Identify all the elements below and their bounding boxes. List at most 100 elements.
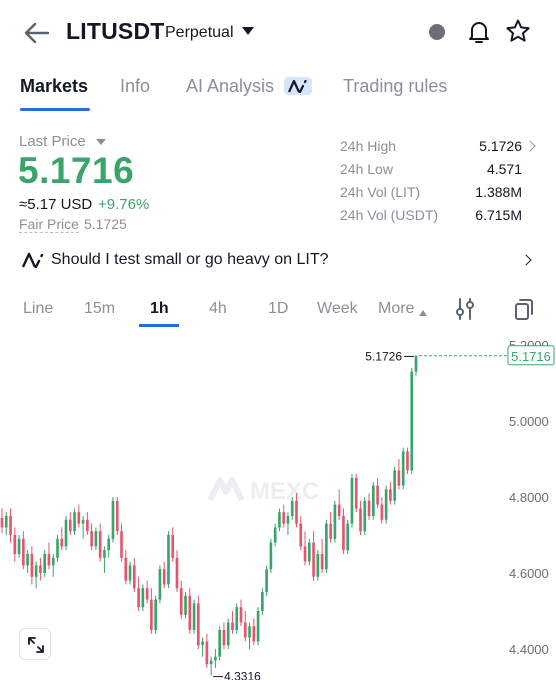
candle-body — [64, 519, 68, 547]
arrow-left-icon[interactable] — [22, 18, 52, 48]
candle-body — [94, 531, 98, 547]
more-caret-icon[interactable] — [419, 310, 427, 316]
candle-body — [201, 641, 204, 646]
fair-price-value: 5.1725 — [84, 216, 127, 232]
interval-line[interactable]: Line — [23, 300, 53, 318]
candle-body — [376, 485, 379, 505]
candle-body — [86, 519, 89, 532]
candle-body — [354, 478, 358, 509]
candle-body — [137, 588, 140, 608]
caret-down-icon[interactable] — [242, 27, 254, 35]
candle-body — [299, 523, 303, 547]
contract-type[interactable]: Perpetual — [165, 24, 234, 42]
candle-body — [389, 489, 392, 501]
stat-label: 24h Vol (LIT) — [340, 184, 421, 200]
main-tabs: Markets Info AI Analysis Trading rules — [0, 70, 556, 114]
indicator-settings-icon[interactable] — [455, 298, 475, 320]
last-price-label[interactable]: Last Price — [19, 133, 86, 150]
candle-body — [278, 512, 281, 528]
candle-body — [115, 500, 119, 532]
candle-body — [120, 531, 123, 558]
candle-body — [154, 599, 157, 630]
fair-price-label[interactable]: Fair Price — [19, 216, 79, 233]
candle-body — [197, 603, 200, 646]
candle-body — [47, 554, 51, 566]
interval-1h[interactable]: 1h — [150, 300, 169, 318]
watermark-text: MEXC — [250, 478, 319, 505]
candle-body — [51, 557, 55, 566]
candle-body — [303, 546, 307, 562]
ai-question-text: Should I test small or go heavy on LIT? — [51, 251, 329, 268]
candlestick-chart[interactable]: MEXC 5.20005.00004.80004.60004.4000 5.17… — [0, 332, 556, 680]
chevron-right-icon[interactable] — [520, 254, 532, 266]
y-tick-label: 5.0000 — [509, 414, 549, 429]
candle-body — [60, 538, 64, 547]
candle-body — [248, 626, 251, 638]
tab-info[interactable]: Info — [120, 76, 150, 97]
copy-icon[interactable] — [514, 298, 534, 320]
tab-trading-rules[interactable]: Trading rules — [343, 76, 447, 97]
candle-body — [342, 516, 345, 551]
candle-body — [273, 527, 277, 543]
stat-label: 24h Low — [340, 161, 393, 177]
caret-down-icon[interactable] — [96, 139, 106, 145]
candle-body — [269, 542, 273, 570]
candle-body — [30, 554, 34, 577]
interval-more[interactable]: More — [378, 300, 414, 318]
candle-body — [231, 622, 234, 630]
candle-body — [132, 565, 136, 589]
tab-markets[interactable]: Markets — [20, 76, 88, 97]
candle-body — [333, 504, 337, 539]
candle-body — [43, 554, 47, 573]
candle-body — [243, 622, 247, 638]
interval-bar: Line 15m 1h 4h 1D Week More — [0, 290, 556, 330]
candle-body — [350, 478, 354, 524]
active-interval-indicator — [139, 324, 179, 327]
high-marker-label: 5.1726 — [365, 349, 402, 363]
candle-body — [192, 603, 196, 630]
candle-body — [290, 500, 294, 516]
stat-value: 5.1726 — [479, 138, 522, 154]
candle-body — [77, 512, 81, 524]
chevron-right-icon[interactable] — [524, 140, 536, 152]
candle-body — [226, 622, 230, 646]
candle-body — [380, 504, 384, 520]
candle-body — [218, 630, 221, 657]
candle-body — [128, 565, 132, 581]
candle-body — [209, 660, 213, 665]
y-tick-label: 4.4000 — [509, 642, 549, 657]
candle-body — [90, 531, 93, 547]
candle-body — [329, 523, 332, 539]
watermark: MEXC — [207, 477, 319, 505]
stat-row-24h-low: 24h Low 4.571 — [340, 161, 522, 183]
symbol-title[interactable]: LITUSDT — [66, 18, 165, 45]
bell-icon[interactable] — [466, 19, 492, 45]
tab-ai-analysis[interactable]: AI Analysis — [186, 76, 274, 97]
status-dot-icon[interactable] — [429, 24, 445, 40]
candle-body — [222, 630, 226, 646]
candle-body — [397, 470, 401, 486]
candle-body — [337, 504, 341, 516]
candle-body — [158, 569, 162, 600]
candle-body — [214, 656, 217, 661]
interval-15m[interactable]: 15m — [84, 300, 115, 318]
candle-body — [13, 535, 17, 554]
candle-body — [107, 538, 111, 551]
interval-week[interactable]: Week — [317, 300, 358, 318]
candle-body — [295, 500, 298, 524]
stat-label: 24h High — [340, 138, 397, 154]
candle-body — [384, 489, 388, 520]
candle-body — [56, 538, 59, 558]
interval-1d[interactable]: 1D — [268, 300, 288, 318]
candle-body — [346, 523, 350, 551]
candle-body — [39, 565, 42, 573]
stat-row-24h-high[interactable]: 24h High 5.1726 — [340, 138, 536, 160]
interval-4h[interactable]: 4h — [209, 300, 227, 318]
fullscreen-button[interactable] — [19, 628, 51, 660]
ai-question-row[interactable]: Should I test small or go heavy on LIT? — [0, 244, 556, 278]
candle-body — [265, 569, 268, 592]
candle-body — [26, 554, 29, 566]
stat-value: 6.715M — [475, 207, 522, 223]
star-icon[interactable] — [505, 18, 531, 44]
y-tick-label: 4.8000 — [509, 490, 549, 505]
